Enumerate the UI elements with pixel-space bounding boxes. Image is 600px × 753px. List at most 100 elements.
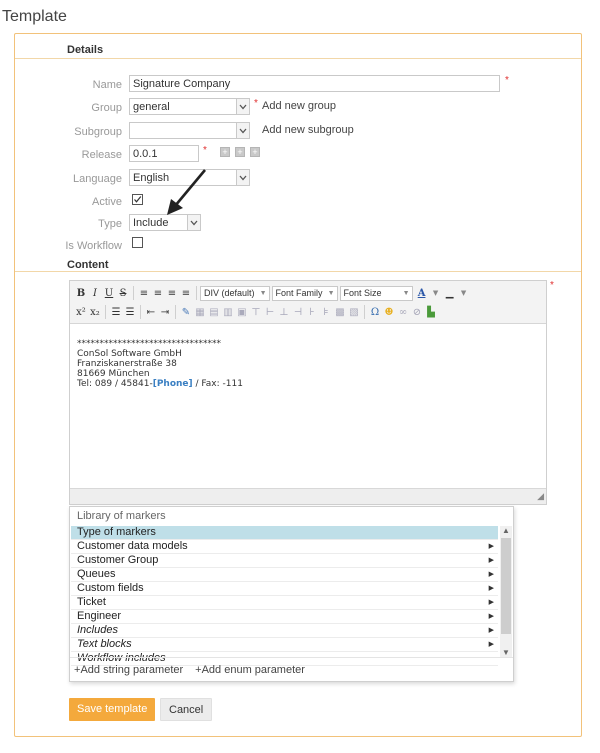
add-new-group-link[interactable]: Add new group	[262, 100, 336, 112]
scrollbar-thumb[interactable]	[501, 538, 511, 634]
highlight-dropdown-icon[interactable]: ▼	[457, 285, 471, 301]
marker-list-item[interactable]: Ticket ▶	[71, 596, 498, 610]
marker-list-item[interactable]: Text blocks ▶	[71, 638, 498, 652]
link-icon[interactable]: ∞	[396, 304, 410, 320]
table-merge-icon[interactable]: ⊢	[263, 304, 277, 320]
align-justify-icon[interactable]: ≡	[179, 285, 193, 301]
chevron-right-icon: ▶	[488, 613, 494, 620]
scroll-up-icon[interactable]: ▲	[500, 526, 512, 535]
language-label: Language	[73, 173, 122, 185]
group-select[interactable]: general	[129, 98, 250, 115]
table-props-icon[interactable]: ▩	[333, 304, 347, 320]
active-checkbox[interactable]	[132, 194, 143, 205]
marker-list-item[interactable]: Customer Group ▶	[71, 554, 498, 568]
marker-list-item-label: Custom fields	[77, 582, 144, 594]
add-new-subgroup-link[interactable]: Add new subgroup	[262, 124, 354, 136]
editor-line: 81669 München	[77, 369, 150, 379]
chevron-right-icon: ▶	[488, 641, 494, 648]
add-string-parameter-button[interactable]: +Add string parameter	[74, 664, 183, 676]
indent-icon[interactable]: ⇥	[158, 304, 172, 320]
add-enum-parameter-button[interactable]: +Add enum parameter	[195, 664, 305, 676]
type-label: Type	[98, 218, 122, 230]
save-template-button[interactable]: Save template	[69, 698, 156, 721]
subgroup-label: Subgroup	[74, 126, 122, 138]
format-select[interactable]: DIV (default) ▼	[200, 285, 270, 301]
emoticon-icon[interactable]: ☻	[382, 304, 396, 320]
details-divider	[15, 58, 581, 59]
align-center-icon[interactable]: ≡	[151, 285, 165, 301]
chevron-right-icon: ▶	[488, 627, 494, 634]
subgroup-select[interactable]	[129, 122, 250, 139]
table-column-icon[interactable]: ▥	[221, 304, 235, 320]
delete-row-icon[interactable]: ⊦	[305, 304, 319, 320]
add-enum-parameter-label: Add enum parameter	[201, 663, 305, 676]
marker-list-item[interactable]: Includes ▶	[71, 624, 498, 638]
subscript-icon[interactable]: x₂	[88, 304, 102, 320]
tel-prefix: Tel: 089 / 45841-	[77, 379, 153, 389]
cell-props-icon[interactable]: ▧	[347, 304, 361, 320]
editor-line: Franziskanerstraße 38	[77, 359, 177, 369]
marker-list-scrollbar[interactable]: ▲ ▼	[500, 526, 512, 657]
table-split-icon[interactable]: ⊤	[249, 304, 263, 320]
font-size-select[interactable]: Font Size ▼	[339, 285, 413, 301]
marker-list-item-label: Text blocks	[77, 638, 132, 650]
chevron-right-icon: ▶	[488, 543, 494, 550]
italic-icon[interactable]: I	[88, 285, 102, 301]
insert-row-icon[interactable]: ⊥	[277, 304, 291, 320]
editor-toolbar: B I U S ≡ ≡ ≡ ≡ DIV (default) ▼ Font Fami…	[70, 281, 546, 324]
release-increment-patch-button[interactable]: +	[250, 147, 260, 157]
table-cell-icon[interactable]: ▣	[235, 304, 249, 320]
is-workflow-checkbox[interactable]	[132, 237, 143, 248]
chevron-right-icon: ▶	[488, 557, 494, 564]
resize-handle-icon[interactable]: ◢	[537, 491, 544, 502]
scroll-down-icon[interactable]: ▼	[500, 648, 512, 657]
bullet-list-icon[interactable]: ☰	[109, 304, 123, 320]
release-increment-major-button[interactable]: +	[220, 147, 230, 157]
marker-list-item-label: Queues	[77, 568, 116, 580]
release-input[interactable]	[129, 145, 199, 162]
marker-list-item[interactable]: Engineer ▶	[71, 610, 498, 624]
name-required-mark: *	[505, 75, 509, 86]
text-color-dropdown-icon[interactable]: ▼	[429, 285, 443, 301]
release-increment-minor-button[interactable]: +	[235, 147, 245, 157]
highlight-color-icon[interactable]: ▁	[443, 285, 457, 301]
library-of-markers-panel: Library of markers Type of markers Custom…	[69, 506, 514, 682]
editor-status-bar: ◢	[70, 488, 546, 504]
align-right-icon[interactable]: ≡	[165, 285, 179, 301]
name-label: Name	[92, 79, 122, 91]
outdent-icon[interactable]: ⇤	[144, 304, 158, 320]
group-select-value: general	[133, 101, 170, 113]
underline-icon[interactable]: U	[102, 285, 116, 301]
marker-list-item[interactable]: Customer data models ▶	[71, 540, 498, 554]
font-family-select[interactable]: Font Family ▼	[271, 285, 338, 301]
active-label: Active	[92, 196, 122, 208]
editor-content[interactable]: ******************************** ConSol …	[77, 339, 243, 389]
insert-column-icon[interactable]: ⊣	[291, 304, 305, 320]
table-row-icon[interactable]: ▤	[207, 304, 221, 320]
numbered-list-icon[interactable]: ☰	[123, 304, 137, 320]
name-input[interactable]	[129, 75, 500, 92]
chevron-down-icon	[236, 123, 249, 138]
bold-icon[interactable]: B	[74, 285, 88, 301]
align-left-icon[interactable]: ≡	[137, 285, 151, 301]
add-string-parameter-label: Add string parameter	[80, 663, 184, 676]
text-color-icon[interactable]: A	[415, 285, 429, 301]
release-required-mark: *	[203, 145, 207, 156]
marker-list-item[interactable]: Queues ▶	[71, 568, 498, 582]
table-icon[interactable]: ▦	[193, 304, 207, 320]
rich-text-editor[interactable]: B I U S ≡ ≡ ≡ ≡ DIV (default) ▼ Font Fami…	[69, 280, 547, 505]
special-char-icon[interactable]: Ω	[368, 304, 382, 320]
marker-list-item-label: Customer data models	[77, 540, 188, 552]
superscript-icon[interactable]: x²	[74, 304, 88, 320]
marker-list-item[interactable]: Custom fields ▶	[71, 582, 498, 596]
tel-suffix: / Fax: -111	[192, 379, 243, 389]
marker-list-item[interactable]: Type of markers	[71, 526, 498, 540]
strikethrough-icon[interactable]: S	[116, 285, 130, 301]
unlink-icon[interactable]: ⊘	[410, 304, 424, 320]
marker-list-item-label: Engineer	[77, 610, 122, 622]
marker-list: Type of markers Customer data models ▶ Cust…	[71, 526, 498, 666]
edit-source-icon[interactable]: ✎	[179, 304, 193, 320]
image-icon[interactable]: ▙	[424, 304, 438, 320]
cancel-button[interactable]: Cancel	[160, 698, 213, 721]
delete-column-icon[interactable]: ⊧	[319, 304, 333, 320]
